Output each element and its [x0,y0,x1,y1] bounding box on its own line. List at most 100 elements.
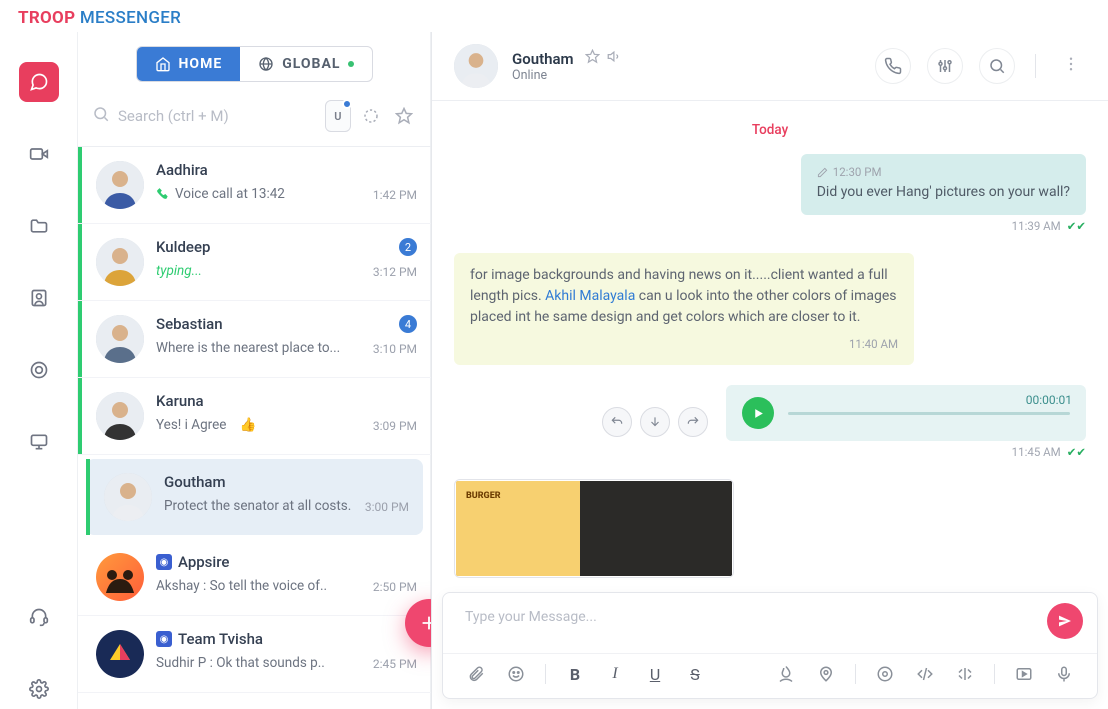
voice-message[interactable]: 00:00:01 [726,385,1086,441]
nav-chat[interactable] [19,62,59,102]
chat-header: Goutham Online [432,32,1108,101]
read-ticks-icon: ✔✔ [1067,219,1086,233]
conversation-name: ◉Team Tvisha [156,630,263,648]
unread-filter-button[interactable]: U [325,100,351,132]
bold-button[interactable]: B [564,665,586,684]
message-time: 11:40 AM [470,336,898,353]
avatar [96,630,144,678]
settings-button[interactable] [927,48,963,84]
message-input[interactable] [443,593,1097,649]
mention[interactable]: Akhil Malayala [545,288,635,304]
message-meta: 11:45 AM ✔✔ [726,445,1086,459]
mute-icon[interactable] [607,50,622,68]
search-input[interactable] [118,107,317,125]
conversation-item[interactable]: Kuldeep2 typing... 3:12 PM [78,224,431,301]
unread-badge: 2 [399,238,417,256]
tab-home-label: HOME [179,56,223,72]
nav-video[interactable] [19,134,59,174]
italic-button[interactable]: I [604,665,626,683]
unread-badge: 4 [399,315,417,333]
conversation-item[interactable]: Karuna Yes! i Agree 👍 3:09 PM [78,378,431,455]
globe-icon [258,56,274,72]
favorite-filter-button[interactable] [392,100,417,132]
message-sent[interactable]: 12:30 PM Did you ever Hang' pictures on … [801,154,1086,215]
conversation-item[interactable]: Goutham Protect the senator at all costs… [86,459,423,535]
chat-header-avatar [454,44,498,88]
conversation-item[interactable]: ◉Appsire Akshay : So tell the voice of..… [78,539,431,616]
conversation-name: Goutham [164,473,226,491]
thumbs-up-icon: 👍 [240,417,257,433]
message-composer: B I U S [442,592,1098,699]
tab-global[interactable]: GLOBAL [240,47,372,81]
chat-contact-status: Online [512,68,622,83]
avatar [96,238,144,286]
burnout-button[interactable] [775,665,797,683]
global-status-dot [348,61,354,67]
read-ticks-icon: ✔✔ [1067,445,1086,459]
nav-settings[interactable] [19,669,59,709]
call-button[interactable] [875,48,911,84]
group-icon: ◉ [156,631,172,647]
download-button[interactable] [640,407,670,437]
conversation-item[interactable]: Aadhira Voice call at 13:42 1:42 PM [78,147,431,224]
conversation-preview: Yes! i Agree 👍 [156,417,257,433]
conversation-preview: Where is the nearest place to... [156,340,340,356]
conversation-preview: Akshay : So tell the voice of.. [156,578,327,594]
reply-button[interactable] [602,407,632,437]
send-button[interactable] [1047,603,1083,639]
message-received[interactable]: for image backgrounds and having news on… [454,253,914,365]
favorite-icon[interactable] [585,50,600,68]
search-chat-button[interactable] [979,48,1015,84]
forkout-button[interactable] [954,665,976,683]
home-icon [155,56,171,72]
tab-global-label: GLOBAL [282,56,340,72]
video-attach-button[interactable] [1013,665,1035,683]
date-separator: Today [752,122,788,138]
location-button[interactable] [815,665,837,683]
strikethrough-button[interactable]: S [684,665,706,684]
play-button[interactable] [742,397,774,429]
conversation-preview: Sudhir P : Ok that sounds p.. [156,655,325,671]
conversation-preview: typing... [156,263,202,279]
forward-button[interactable] [678,407,708,437]
conversation-time: 3:00 PM [365,500,409,514]
voice-progress[interactable] [788,412,1070,415]
message-text: for image backgrounds and having news on… [470,267,896,325]
conversation-item[interactable]: ◉Team Tvisha Sudhir P : Ok that sounds p… [78,616,431,693]
message-meta: 11:39 AM ✔✔ [801,219,1086,233]
search-icon [92,105,110,127]
pencil-icon [817,167,828,178]
app-nav [0,32,77,709]
conversation-name: Karuna [156,392,204,410]
nav-support[interactable] [19,597,59,637]
voice-duration: 00:00:01 [1026,393,1072,407]
nav-contacts[interactable] [19,278,59,318]
avatar [96,392,144,440]
conversation-time: 1:42 PM [373,188,417,202]
record-button[interactable] [874,665,896,683]
filter-button[interactable] [359,100,384,132]
code-button[interactable] [914,665,936,683]
tab-home[interactable]: HOME [137,47,241,81]
message-text: Did you ever Hang' pictures on your wall… [817,184,1070,200]
mic-button[interactable] [1053,665,1075,683]
attach-button[interactable] [465,665,487,683]
edited-indicator: 12:30 PM [817,164,882,181]
underline-button[interactable]: U [644,665,666,684]
conversation-name: Aadhira [156,161,208,179]
conversation-name: ◉Appsire [156,553,229,571]
avatar [96,161,144,209]
nav-activity[interactable] [19,350,59,390]
nav-files[interactable] [19,206,59,246]
nav-screen[interactable] [19,422,59,462]
conversation-item[interactable]: Sebastian4 Where is the nearest place to… [78,301,431,378]
conversation-list: Aadhira Voice call at 13:42 1:42 PM Kuld… [78,147,431,709]
conversation-preview: Voice call at 13:42 [156,186,285,202]
more-button[interactable] [1056,55,1086,77]
composer-toolbar: B I U S [443,653,1097,698]
conversation-time: 2:50 PM [373,580,417,594]
image-thumbnail [456,481,732,576]
emoji-button[interactable] [505,665,527,683]
chat-pane: Goutham Online Today [432,32,1108,709]
image-message[interactable] [454,479,734,578]
